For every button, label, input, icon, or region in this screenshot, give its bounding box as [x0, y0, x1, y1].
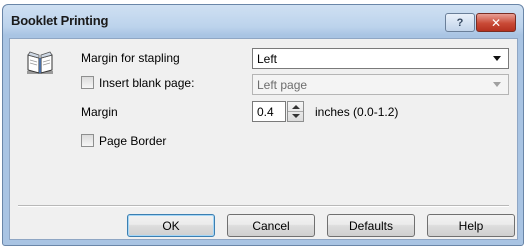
- margin-for-stapling-value: Left: [257, 51, 278, 66]
- dialog-body: Margin for stapling Left Insert blank pa…: [9, 38, 518, 240]
- page-border-checkbox[interactable]: [81, 134, 94, 147]
- margin-label: Margin: [81, 105, 118, 119]
- spin-down-icon: [292, 114, 300, 118]
- margin-value: 0.4: [257, 104, 274, 119]
- chevron-down-icon: [493, 82, 501, 87]
- title-close-button[interactable]: ✕: [476, 13, 516, 32]
- booklet-printing-dialog: Booklet Printing ? ✕ Margin for stapling…: [2, 4, 524, 246]
- close-icon: ✕: [490, 15, 502, 30]
- insert-blank-page-label: Insert blank page:: [99, 76, 195, 90]
- blank-page-value: Left page: [257, 77, 308, 92]
- cancel-button[interactable]: Cancel: [227, 214, 315, 237]
- margin-for-stapling-select[interactable]: Left: [252, 48, 509, 69]
- spinner-divider: [288, 111, 303, 112]
- title-help-button[interactable]: ?: [445, 13, 475, 32]
- title-bar: Booklet Printing ? ✕: [3, 5, 523, 37]
- page-border-label: Page Border: [99, 134, 167, 148]
- spin-up-icon: [292, 105, 300, 109]
- help-button[interactable]: Help: [427, 214, 515, 237]
- defaults-button[interactable]: Defaults: [327, 214, 415, 237]
- margin-spinner[interactable]: [287, 101, 304, 122]
- blank-page-select[interactable]: Left page: [252, 74, 509, 95]
- insert-blank-page-checkbox[interactable]: [81, 76, 94, 89]
- margin-input[interactable]: 0.4: [252, 101, 286, 122]
- booklet-icon: [27, 51, 53, 74]
- margin-for-stapling-label: Margin for stapling: [81, 51, 180, 65]
- ok-button[interactable]: OK: [127, 214, 215, 237]
- question-mark-icon: ?: [456, 16, 464, 29]
- margin-units-label: inches (0.0-1.2): [315, 105, 399, 119]
- chevron-down-icon: [493, 56, 501, 61]
- separator: [18, 205, 509, 207]
- window-title: Booklet Printing: [11, 13, 109, 28]
